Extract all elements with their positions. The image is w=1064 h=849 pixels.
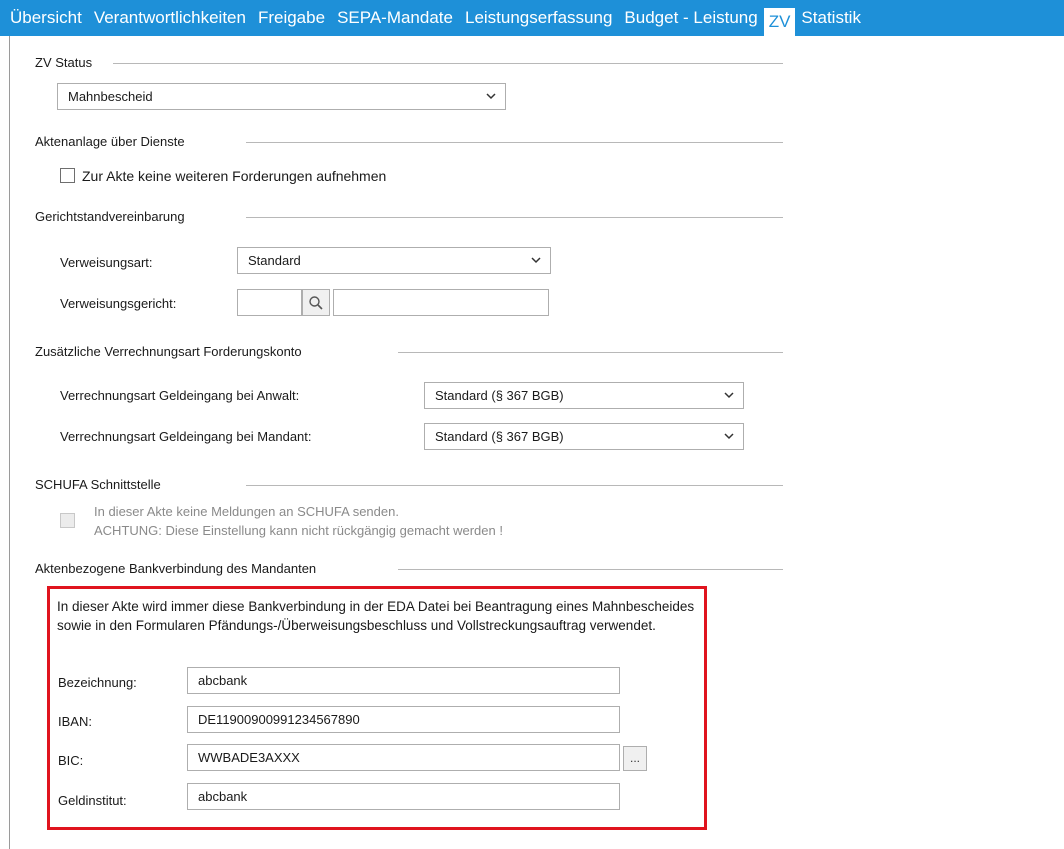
section-divider	[113, 63, 783, 64]
chevron-down-icon	[531, 257, 541, 264]
tab-freigabe[interactable]: Freigabe	[252, 0, 331, 36]
zv-status-select[interactable]: Mahnbescheid	[57, 83, 506, 110]
schufa-line-1: In dieser Akte keine Meldungen an SCHUFA…	[94, 504, 399, 519]
verweisungsgericht-code-input[interactable]	[237, 289, 302, 316]
bezeichnung-label: Bezeichnung:	[58, 675, 137, 690]
left-border	[9, 36, 10, 849]
bic-input[interactable]: WWBADE3AXXX	[187, 744, 620, 771]
verweisungsgericht-name-input[interactable]	[333, 289, 549, 316]
section-title-gerichtstand: Gerichtstandvereinbarung	[35, 209, 185, 224]
verweisungsart-label: Verweisungsart:	[60, 255, 153, 270]
iban-input[interactable]: DE11900900991234567890	[187, 706, 620, 733]
geldinstitut-input[interactable]: abcbank	[187, 783, 620, 810]
section-title-aktenanlage: Aktenanlage über Dienste	[35, 134, 185, 149]
search-icon	[309, 296, 323, 310]
tab-sepa-mandate[interactable]: SEPA-Mandate	[331, 0, 459, 36]
chevron-down-icon	[724, 392, 734, 399]
section-divider	[246, 485, 783, 486]
section-title-schufa: SCHUFA Schnittstelle	[35, 477, 161, 492]
section-title-bankverbindung: Aktenbezogene Bankverbindung des Mandant…	[35, 561, 317, 576]
tab-zv[interactable]: ZV	[763, 8, 796, 36]
zv-status-select-value: Mahnbescheid	[68, 89, 153, 104]
section-divider	[398, 569, 783, 570]
verweisungsgericht-label: Verweisungsgericht:	[60, 296, 177, 311]
tab-statistik[interactable]: Statistik	[795, 0, 867, 36]
iban-label: IBAN:	[58, 714, 92, 729]
verrechnung-anwalt-value: Standard (§ 367 BGB)	[435, 388, 564, 403]
verrechnung-mandant-select[interactable]: Standard (§ 367 BGB)	[424, 423, 744, 450]
tab-verantwortlichkeiten[interactable]: Verantwortlichkeiten	[88, 0, 252, 36]
tab-budget-leistung[interactable]: Budget - Leistung	[618, 0, 763, 36]
verweisungsgericht-search-button[interactable]	[302, 289, 330, 316]
tab-uebersicht[interactable]: Übersicht	[4, 0, 88, 36]
geldinstitut-label: Geldinstitut:	[58, 793, 127, 808]
section-divider	[398, 352, 783, 353]
section-divider	[246, 142, 783, 143]
verrechnung-anwalt-label: Verrechnungsart Geldeingang bei Anwalt:	[60, 388, 300, 403]
tab-leistungserfassung[interactable]: Leistungserfassung	[459, 0, 618, 36]
verweisungsart-select-value: Standard	[248, 253, 301, 268]
keine-forderungen-checkbox[interactable]	[60, 168, 75, 183]
section-divider	[246, 217, 783, 218]
verrechnung-mandant-value: Standard (§ 367 BGB)	[435, 429, 564, 444]
schufa-checkbox[interactable]	[60, 513, 75, 528]
verrechnung-anwalt-select[interactable]: Standard (§ 367 BGB)	[424, 382, 744, 409]
section-title-verrechnung: Zusätzliche Verrechnungsart Forderungsko…	[35, 344, 302, 359]
bezeichnung-input[interactable]: abcbank	[187, 667, 620, 694]
verweisungsart-select[interactable]: Standard	[237, 247, 551, 274]
bank-info-text: In dieser Akte wird immer diese Bankverb…	[57, 599, 695, 633]
keine-forderungen-label: Zur Akte keine weiteren Forderungen aufn…	[82, 168, 387, 184]
schufa-line-2: ACHTUNG: Diese Einstellung kann nicht rü…	[94, 523, 503, 538]
bic-lookup-button[interactable]: ...	[623, 746, 647, 771]
chevron-down-icon	[724, 433, 734, 440]
tab-bar: Übersicht Verantwortlichkeiten Freigabe …	[0, 0, 1064, 36]
verrechnung-mandant-label: Verrechnungsart Geldeingang bei Mandant:	[60, 429, 312, 444]
chevron-down-icon	[486, 93, 496, 100]
section-title-zv-status: ZV Status	[35, 55, 93, 70]
bic-label: BIC:	[58, 753, 84, 768]
